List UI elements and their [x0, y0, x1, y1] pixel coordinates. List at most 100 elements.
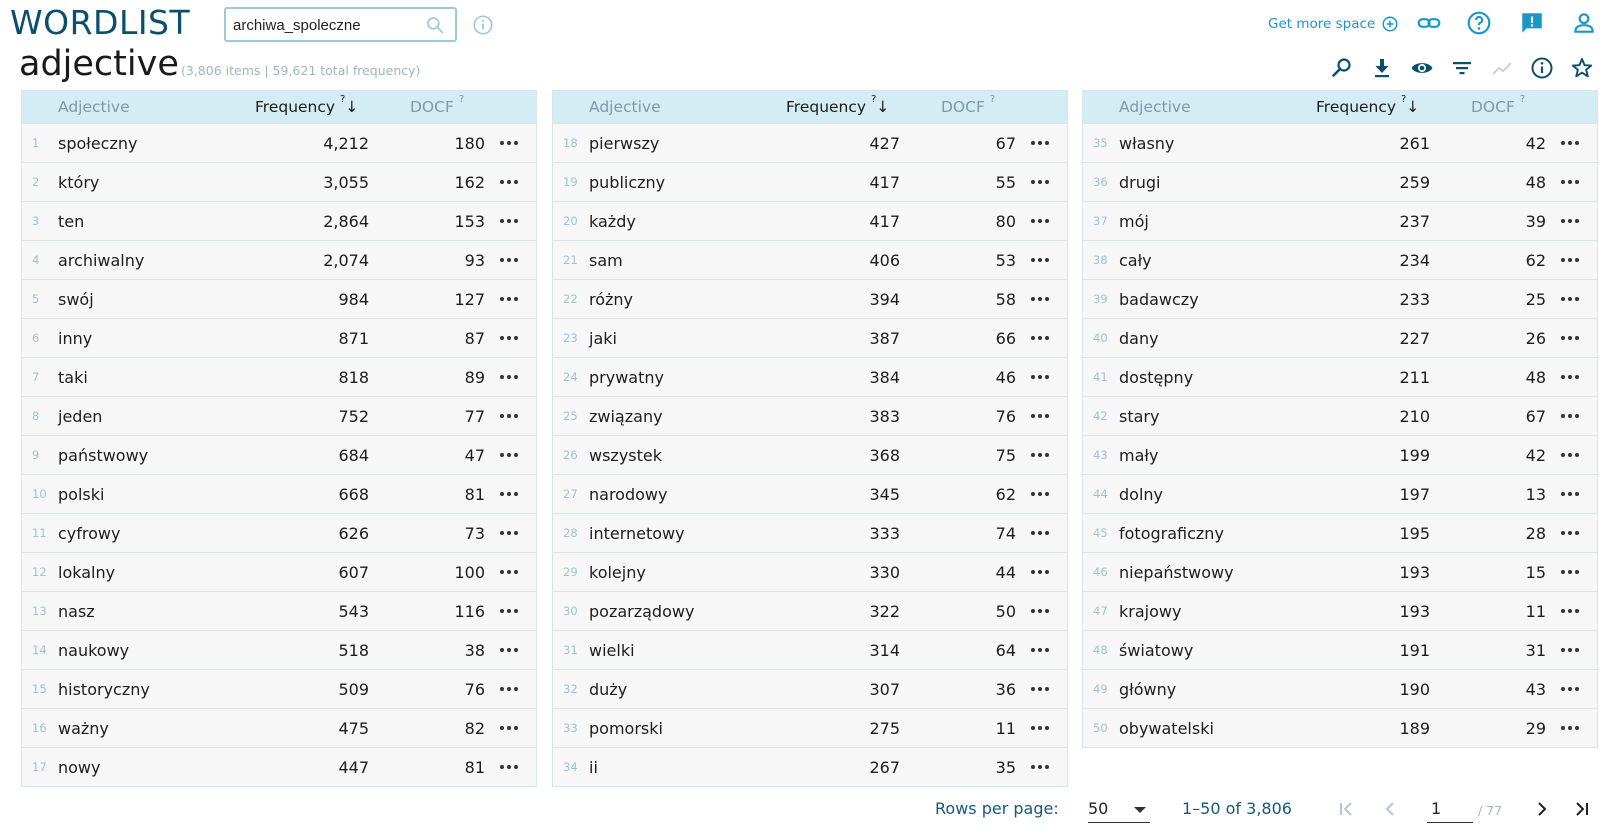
- docf-help-icon[interactable]: ?: [990, 94, 995, 105]
- column-header-word[interactable]: Adjective: [58, 98, 130, 116]
- table-row[interactable]: 22 różny 394 58: [553, 279, 1067, 318]
- column-header-docf[interactable]: DOCF ?: [410, 94, 464, 116]
- word-cell[interactable]: krajowy: [1119, 602, 1181, 621]
- page-number-input[interactable]: 1: [1427, 795, 1473, 823]
- more-options-icon[interactable]: [498, 680, 520, 698]
- table-row[interactable]: 5 swój 984 127: [22, 279, 536, 318]
- more-options-icon[interactable]: [1029, 212, 1051, 230]
- download-button[interactable]: [1370, 56, 1394, 80]
- frequency-chart-button[interactable]: [1490, 56, 1514, 80]
- table-row[interactable]: 50 obywatelski 189 29: [1083, 708, 1597, 747]
- help-button[interactable]: [1466, 10, 1492, 36]
- table-row[interactable]: 32 duży 307 36: [553, 669, 1067, 708]
- word-cell[interactable]: jeden: [58, 407, 102, 426]
- table-row[interactable]: 43 mały 199 42: [1083, 435, 1597, 474]
- more-options-icon[interactable]: [1029, 251, 1051, 269]
- table-row[interactable]: 20 każdy 417 80: [553, 201, 1067, 240]
- table-row[interactable]: 30 pozarządowy 322 50: [553, 591, 1067, 630]
- table-row[interactable]: 40 dany 227 26: [1083, 318, 1597, 357]
- more-options-icon[interactable]: [1029, 485, 1051, 503]
- word-cell[interactable]: ii: [589, 758, 598, 777]
- word-cell[interactable]: główny: [1119, 680, 1176, 699]
- word-cell[interactable]: światowy: [1119, 641, 1193, 660]
- table-row[interactable]: 36 drugi 259 48: [1083, 162, 1597, 201]
- more-options-icon[interactable]: [1559, 563, 1581, 581]
- table-row[interactable]: 47 krajowy 193 11: [1083, 591, 1597, 630]
- word-cell[interactable]: dany: [1119, 329, 1159, 348]
- word-cell[interactable]: archiwalny: [58, 251, 144, 270]
- table-row[interactable]: 29 kolejny 330 44: [553, 552, 1067, 591]
- search-icon[interactable]: [425, 15, 445, 35]
- table-row[interactable]: 45 fotograficzny 195 28: [1083, 513, 1597, 552]
- column-header-docf[interactable]: DOCF ?: [1471, 94, 1525, 116]
- word-cell[interactable]: każdy: [589, 212, 636, 231]
- table-row[interactable]: 42 stary 210 67: [1083, 396, 1597, 435]
- favourite-button[interactable]: [1570, 56, 1594, 80]
- word-cell[interactable]: ważny: [58, 719, 109, 738]
- word-cell[interactable]: publiczny: [589, 173, 665, 192]
- table-row[interactable]: 23 jaki 387 66: [553, 318, 1067, 357]
- word-cell[interactable]: swój: [58, 290, 94, 309]
- column-header-frequency[interactable]: Frequency ?↓: [1316, 94, 1419, 116]
- more-options-icon[interactable]: [498, 290, 520, 308]
- table-row[interactable]: 48 światowy 191 31: [1083, 630, 1597, 669]
- word-cell[interactable]: sam: [589, 251, 623, 270]
- more-options-icon[interactable]: [1559, 368, 1581, 386]
- app-title[interactable]: WORDLIST: [10, 3, 190, 42]
- table-row[interactable]: 18 pierwszy 427 67: [553, 123, 1067, 162]
- column-header-word[interactable]: Adjective: [1119, 98, 1191, 116]
- word-cell[interactable]: nowy: [58, 758, 100, 777]
- word-cell[interactable]: cały: [1119, 251, 1152, 270]
- table-row[interactable]: 41 dostępny 211 48: [1083, 357, 1597, 396]
- column-header-docf[interactable]: DOCF ?: [941, 94, 995, 116]
- word-cell[interactable]: inny: [58, 329, 92, 348]
- table-row[interactable]: 46 niepaństwowy 193 15: [1083, 552, 1597, 591]
- table-row[interactable]: 15 historyczny 509 76: [22, 669, 536, 708]
- frequency-help-icon[interactable]: ?: [871, 94, 876, 105]
- view-options-button[interactable]: [1410, 56, 1434, 80]
- more-options-icon[interactable]: [1559, 446, 1581, 464]
- table-row[interactable]: 6 inny 871 87: [22, 318, 536, 357]
- word-cell[interactable]: taki: [58, 368, 88, 387]
- table-row[interactable]: 12 lokalny 607 100: [22, 552, 536, 591]
- get-more-space-link[interactable]: Get more space: [1268, 14, 1399, 34]
- word-cell[interactable]: nasz: [58, 602, 95, 621]
- table-row[interactable]: 39 badawczy 233 25: [1083, 279, 1597, 318]
- more-options-icon[interactable]: [1559, 524, 1581, 542]
- table-row[interactable]: 25 związany 383 76: [553, 396, 1067, 435]
- more-options-icon[interactable]: [498, 329, 520, 347]
- word-cell[interactable]: lokalny: [58, 563, 115, 582]
- more-options-icon[interactable]: [1559, 719, 1581, 737]
- word-cell[interactable]: który: [58, 173, 99, 192]
- word-cell[interactable]: cyfrowy: [58, 524, 120, 543]
- table-row[interactable]: 49 główny 190 43: [1083, 669, 1597, 708]
- more-options-icon[interactable]: [498, 524, 520, 542]
- column-header-word[interactable]: Adjective: [589, 98, 661, 116]
- search-input[interactable]: [233, 15, 413, 35]
- word-cell[interactable]: mały: [1119, 446, 1158, 465]
- more-options-icon[interactable]: [1029, 680, 1051, 698]
- table-row[interactable]: 13 nasz 543 116: [22, 591, 536, 630]
- word-cell[interactable]: prywatny: [589, 368, 664, 387]
- more-options-icon[interactable]: [1559, 407, 1581, 425]
- more-options-icon[interactable]: [498, 719, 520, 737]
- table-row[interactable]: 34 ii 267 35: [553, 747, 1067, 786]
- table-row[interactable]: 37 mój 237 39: [1083, 201, 1597, 240]
- more-options-icon[interactable]: [1029, 563, 1051, 581]
- more-options-icon[interactable]: [1559, 485, 1581, 503]
- more-options-icon[interactable]: [1029, 368, 1051, 386]
- more-options-icon[interactable]: [1559, 641, 1581, 659]
- more-options-icon[interactable]: [498, 407, 520, 425]
- more-options-icon[interactable]: [1559, 212, 1581, 230]
- word-cell[interactable]: obywatelski: [1119, 719, 1214, 738]
- table-row[interactable]: 7 taki 818 89: [22, 357, 536, 396]
- column-header-frequency[interactable]: Frequency ?↓: [786, 94, 889, 116]
- table-row[interactable]: 38 cały 234 62: [1083, 240, 1597, 279]
- table-row[interactable]: 26 wszystek 368 75: [553, 435, 1067, 474]
- first-page-button[interactable]: [1334, 797, 1358, 821]
- word-cell[interactable]: stary: [1119, 407, 1159, 426]
- table-row[interactable]: 31 wielki 314 64: [553, 630, 1067, 669]
- table-row[interactable]: 2 który 3,055 162: [22, 162, 536, 201]
- frequency-help-icon[interactable]: ?: [340, 94, 345, 105]
- more-options-icon[interactable]: [498, 758, 520, 776]
